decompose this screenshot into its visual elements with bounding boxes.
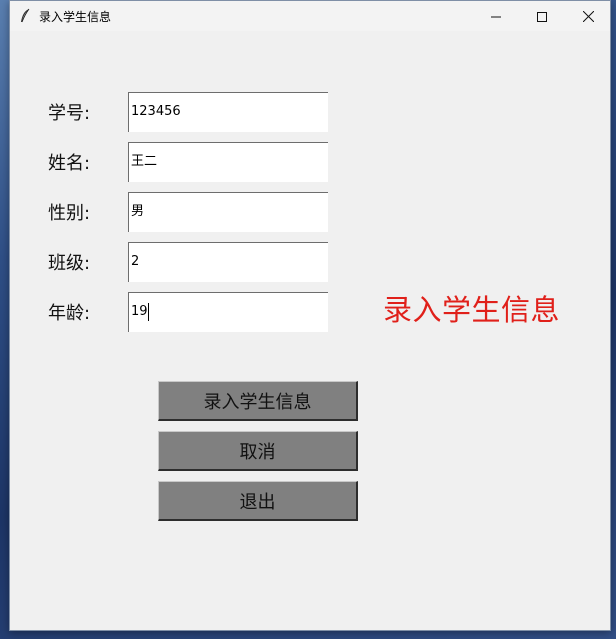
close-icon [582,7,594,26]
gender-label: 性别: [48,203,91,224]
gender-value: 男 [131,204,145,219]
name-value: 王二 [131,154,158,169]
name-label: 姓名: [48,153,91,174]
class-input[interactable]: 2 [128,242,328,282]
student-id-input[interactable]: 123456 [128,92,328,132]
class-value: 2 [131,254,140,269]
class-label: 班级: [48,253,91,274]
feather-icon [18,8,32,24]
age-value: 19 [131,304,148,319]
age-label: 年龄: [48,303,91,324]
maximize-button[interactable] [519,1,565,31]
minimize-button[interactable] [473,1,519,31]
window-title: 录入学生信息 [39,10,112,24]
banner-title: 录入学生信息 [383,293,561,327]
close-button[interactable] [565,1,611,31]
submit-button[interactable]: 录入学生信息 [158,381,358,421]
student-id-label: 学号: [48,103,91,124]
gender-input[interactable]: 男 [128,192,328,232]
maximize-icon [537,7,547,26]
cancel-button[interactable]: 取消 [158,431,358,471]
title-bar[interactable]: 录入学生信息 [10,1,610,31]
name-input[interactable]: 王二 [128,142,328,182]
age-input[interactable]: 19 [128,292,328,332]
exit-button[interactable]: 退出 [158,481,358,521]
text-caret [147,302,149,321]
app-window: 录入学生信息 学号: 姓名: 性别: 班级: 年龄: 123456 王二 男 2 [9,0,611,631]
student-id-value: 123456 [131,104,181,119]
minimize-icon [491,7,501,26]
